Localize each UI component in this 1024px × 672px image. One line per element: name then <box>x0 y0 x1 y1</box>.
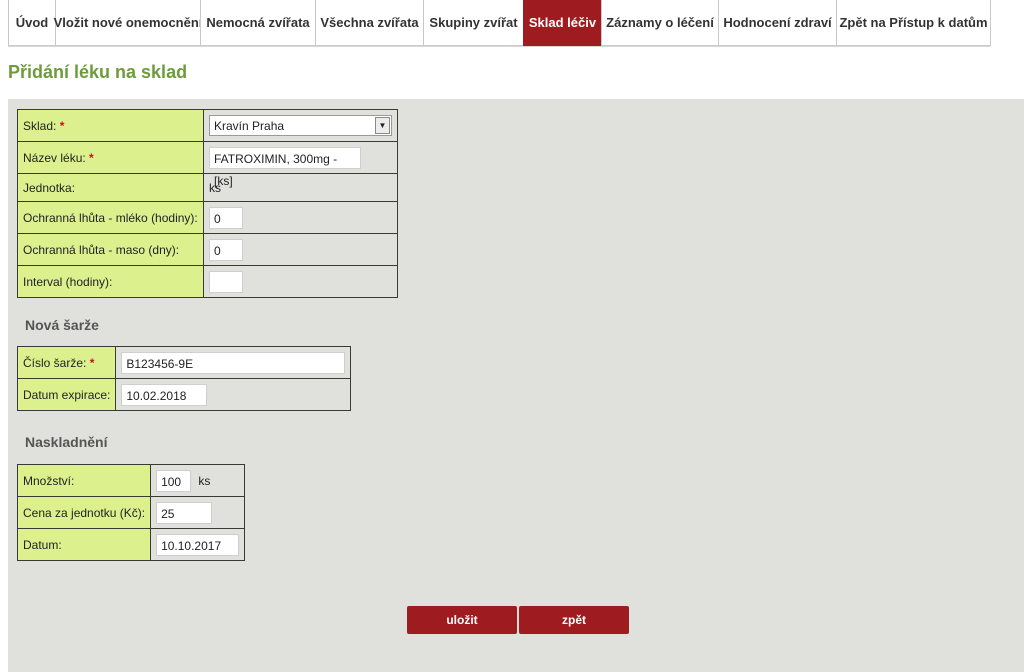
form-row-unit-price: Cena za jednotku (Kč): 25 <box>16 496 246 529</box>
batch-number-label: Číslo šarže: * <box>16 346 117 379</box>
form-row-date: Datum: 10.10.2017 <box>16 528 246 561</box>
expiry-date-field[interactable]: 10.02.2018 <box>121 383 208 406</box>
required-mark: * <box>59 118 65 133</box>
main-nav-tabs: Úvod Vložit nové onemocnění Nemocná zvíř… <box>8 0 991 47</box>
stock-section-title: Naskladnění <box>25 434 108 450</box>
form-row-interval: Interval (hodiny): <box>17 265 398 298</box>
warehouse-label: Sklad: * <box>17 109 204 142</box>
tab-vlozit-nove-onemocneni[interactable]: Vložit nové onemocnění <box>54 0 202 46</box>
tab-sklad-leciv[interactable]: Sklad léčiv <box>523 0 602 46</box>
interval-field[interactable] <box>209 270 243 293</box>
tab-uvod[interactable]: Úvod <box>8 0 56 46</box>
drug-name-field[interactable]: FATROXIMIN, 300mg - [ks] <box>209 146 361 188</box>
page-title: Přidání léku na sklad <box>8 62 188 82</box>
content-panel: Sklad: * Kravín Praha ▼ Název léku: * FA… <box>8 99 1024 672</box>
batch-form-table: Číslo šarže: * B123456-9E Datum expirace… <box>16 346 352 411</box>
expiry-label: Datum expirace: <box>16 378 117 411</box>
tab-hodnoceni-zdravi[interactable]: Hodnocení zdraví <box>718 0 837 46</box>
tab-nemocna-zvirata[interactable]: Nemocná zvířata <box>200 0 316 46</box>
form-row-milk-period: Ochranná lhůta - mléko (hodiny): 0 <box>17 201 398 234</box>
required-mark: * <box>89 150 94 165</box>
batch-number-field[interactable]: B123456-9E <box>121 351 346 374</box>
form-row-drug-name: Název léku: * FATROXIMIN, 300mg - [ks] <box>17 141 398 188</box>
tab-zpet-na-pristup-k-datum[interactable]: Zpět na Přístup k datům <box>836 0 991 46</box>
quantity-label: Množství: <box>16 464 152 497</box>
save-button[interactable]: uložit <box>407 606 517 634</box>
dropdown-arrow-icon[interactable]: ▼ <box>375 117 390 134</box>
warehouse-select-value: Kravín Praha <box>214 118 285 133</box>
form-row-unit: Jednotka: ks <box>17 173 398 202</box>
stock-form-table: Množství: 100 ks Cena za jednotku (Kč): … <box>16 464 246 561</box>
milk-period-field[interactable]: 0 <box>209 206 243 229</box>
form-row-meat-period: Ochranná lhůta - maso (dny): 0 <box>17 233 398 266</box>
stock-date-field[interactable]: 10.10.2017 <box>156 533 240 556</box>
form-row-expiry: Datum expirace: 10.02.2018 <box>16 378 352 411</box>
milk-period-label: Ochranná lhůta - mléko (hodiny): <box>17 201 204 234</box>
batch-section-title: Nová šarže <box>25 317 99 333</box>
tab-skupiny-zvirat[interactable]: Skupiny zvířat <box>423 0 524 46</box>
interval-label: Interval (hodiny): <box>17 265 204 298</box>
unit-price-field[interactable]: 25 <box>156 501 213 524</box>
date-label: Datum: <box>16 528 152 561</box>
drug-form-table: Sklad: * Kravín Praha ▼ Název léku: * FA… <box>17 109 398 298</box>
unit-label: Jednotka: <box>17 173 204 202</box>
tab-zaznamy-o-leceni[interactable]: Záznamy o léčení <box>601 0 719 46</box>
tab-vsechna-zvirata[interactable]: Všechna zvířata <box>315 0 424 46</box>
required-mark: * <box>89 355 95 370</box>
form-row-batch-number: Číslo šarže: * B123456-9E <box>16 346 352 379</box>
back-button[interactable]: zpět <box>519 606 629 634</box>
form-row-warehouse: Sklad: * Kravín Praha ▼ <box>17 109 398 142</box>
meat-period-field[interactable]: 0 <box>209 238 243 261</box>
meat-period-label: Ochranná lhůta - maso (dny): <box>17 233 204 266</box>
quantity-field[interactable]: 100 <box>156 469 192 492</box>
drug-name-label: Název léku: * <box>17 141 204 174</box>
warehouse-select[interactable]: Kravín Praha ▼ <box>209 115 392 136</box>
quantity-unit: ks <box>198 473 211 488</box>
form-row-quantity: Množství: 100 ks <box>16 464 246 497</box>
unit-price-label: Cena za jednotku (Kč): <box>16 496 152 529</box>
